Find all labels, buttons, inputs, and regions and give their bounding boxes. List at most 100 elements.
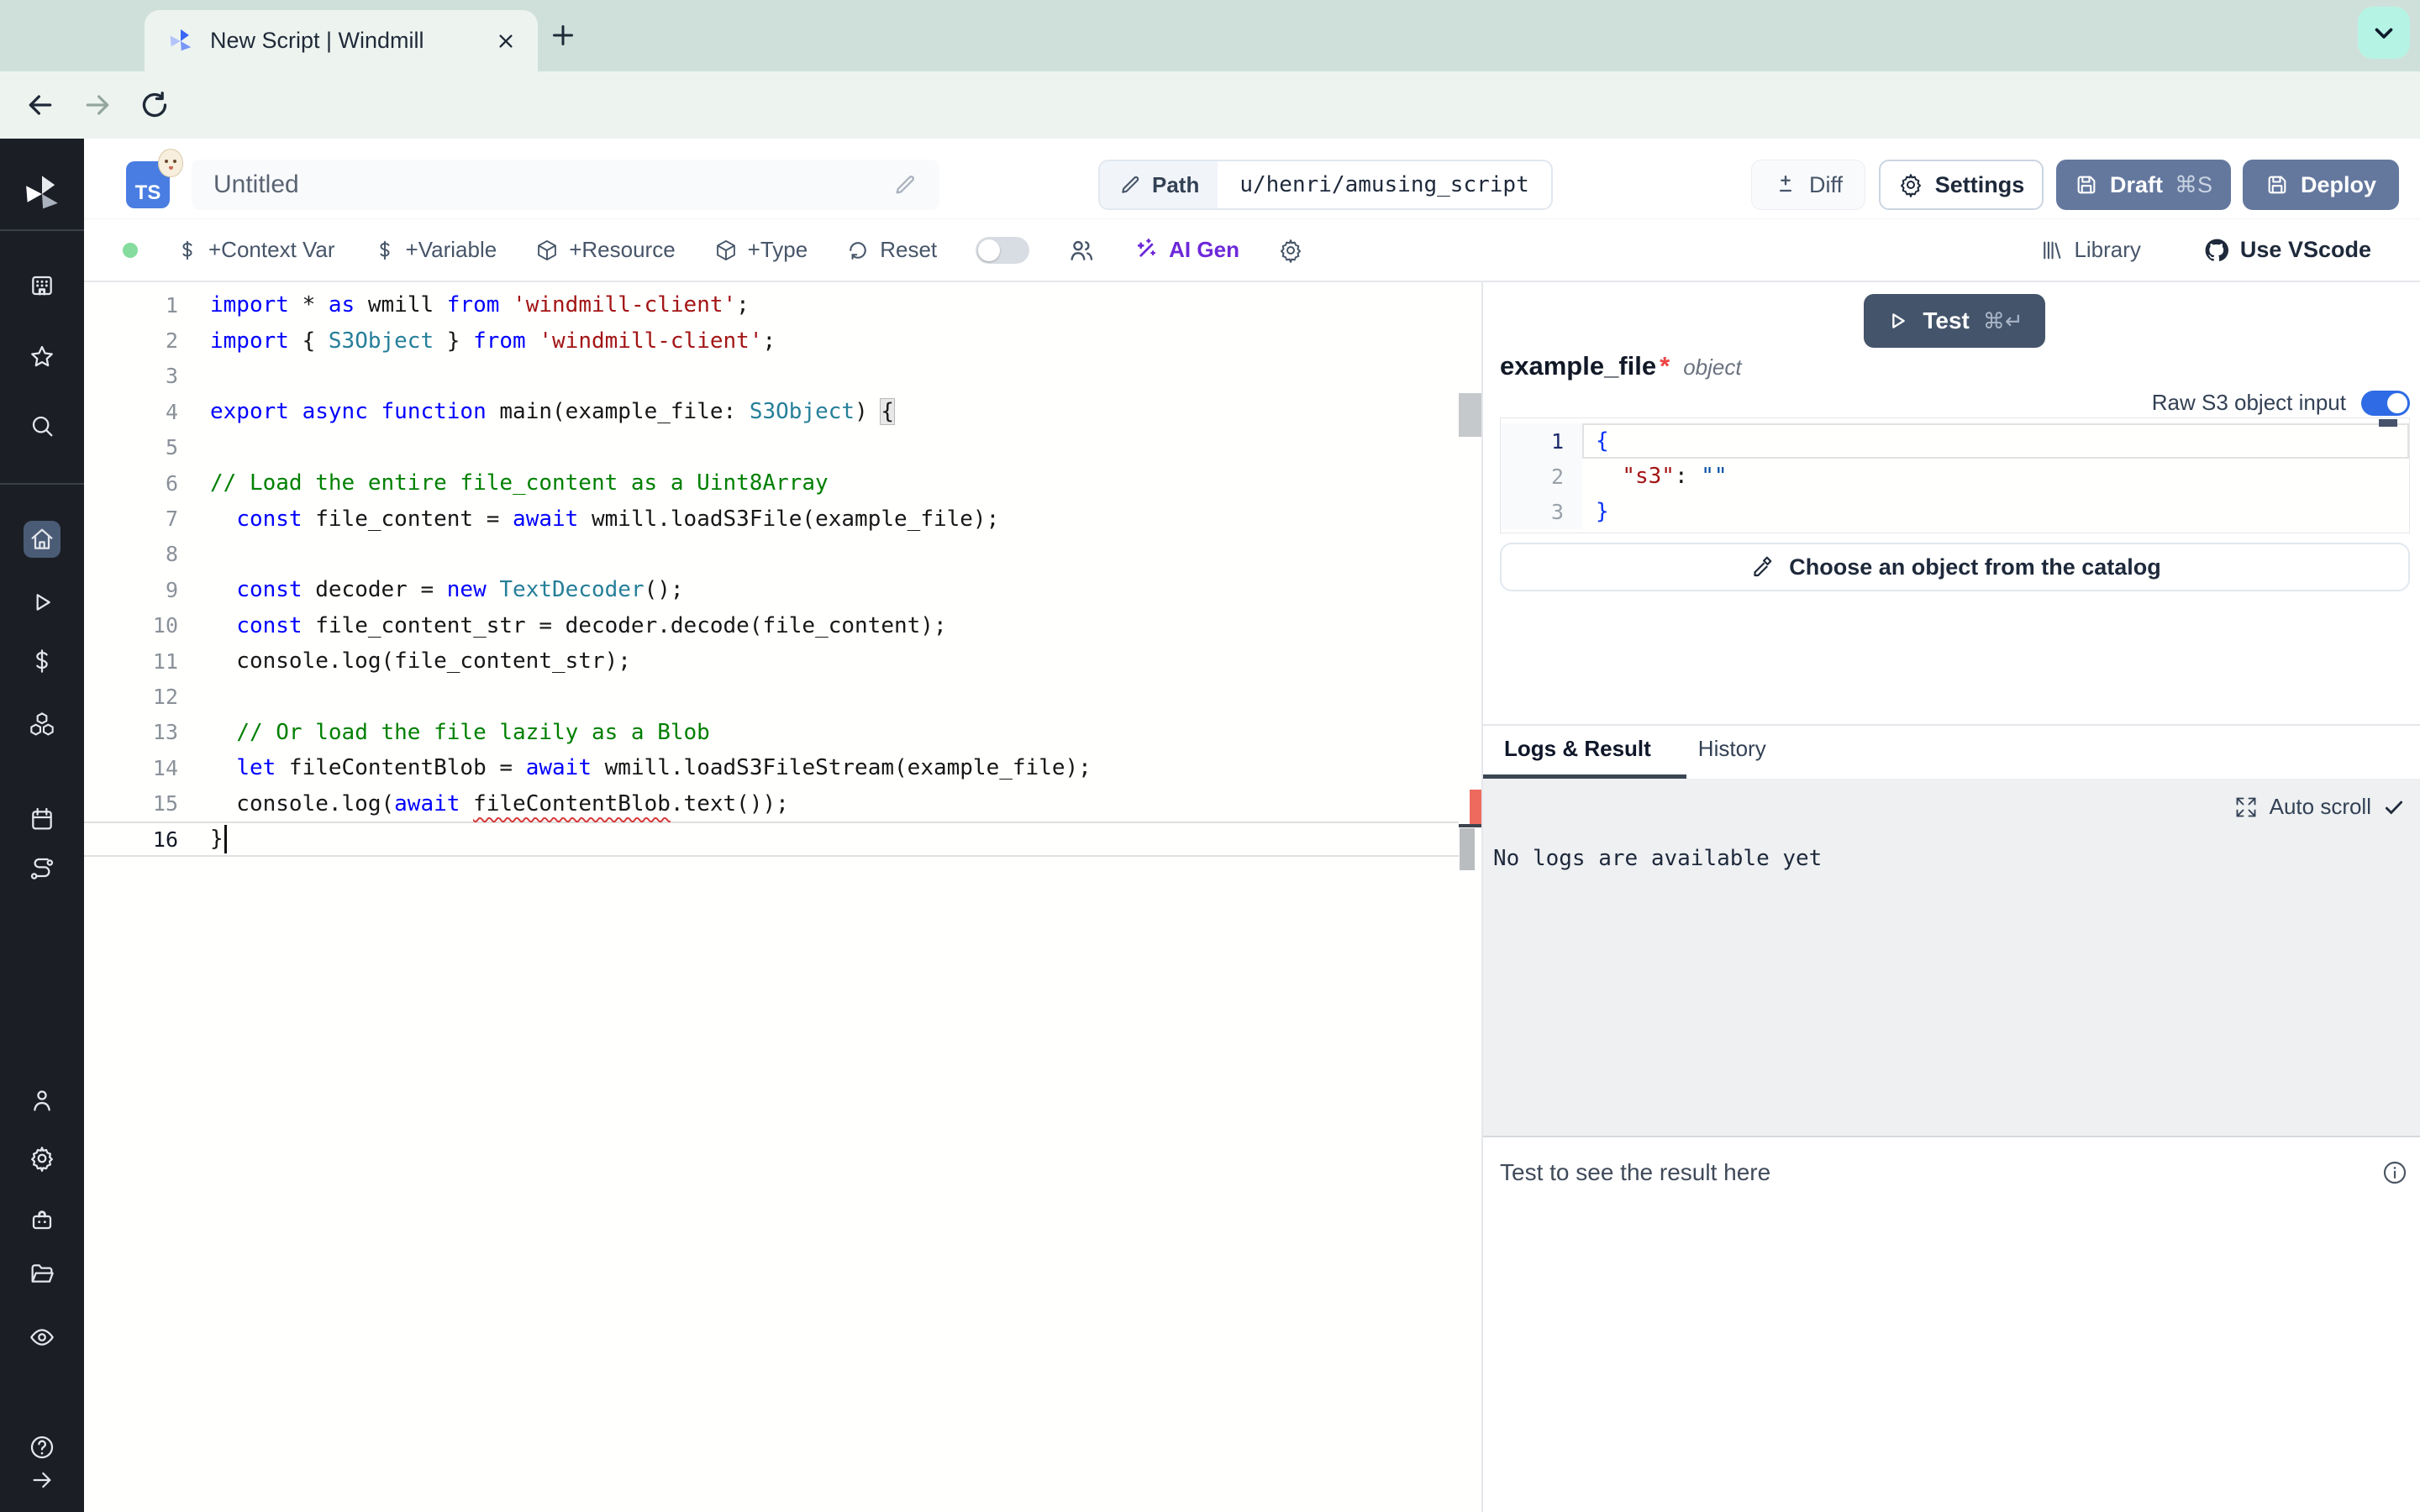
- diff-button[interactable]: Diff: [1751, 160, 1865, 210]
- code-line[interactable]: 8: [84, 537, 1459, 572]
- summary-value: Untitled: [213, 171, 892, 199]
- json-scrollbar-thumb[interactable]: [2379, 419, 2397, 427]
- test-button[interactable]: Test ⌘↵: [1864, 294, 2045, 348]
- code-line[interactable]: 16}: [84, 822, 1459, 857]
- scrollbar-thumb[interactable]: [1460, 828, 1475, 870]
- sidebar-item-flows[interactable]: [24, 851, 60, 888]
- sidebar-item-search[interactable]: [24, 407, 60, 444]
- new-tab-icon[interactable]: [548, 20, 578, 50]
- sidebar-item-user[interactable]: [24, 1082, 60, 1119]
- add-resource-button[interactable]: +Resource: [535, 237, 675, 263]
- code-line[interactable]: 1import * as wmill from 'windmill-client…: [84, 287, 1459, 323]
- result-tabs: Logs & Result History: [1483, 736, 1766, 776]
- code-line[interactable]: 13 // Or load the file lazily as a Blob: [84, 715, 1459, 750]
- path-value: u/henri/amusing_script: [1218, 161, 1550, 208]
- json-line[interactable]: 3}: [1501, 494, 2409, 529]
- back-icon[interactable]: [24, 88, 57, 122]
- line-number: 1: [1501, 423, 1582, 459]
- reset-button[interactable]: Reset: [846, 237, 937, 263]
- sidebar-item-workers[interactable]: [24, 1201, 60, 1238]
- code-line[interactable]: 3: [84, 359, 1459, 394]
- sidebar-item-resources[interactable]: [24, 706, 60, 743]
- boxes-icon: [29, 711, 55, 738]
- sidebar-item-expand[interactable]: [24, 1462, 60, 1499]
- editor-toolbar: +Context Var +Variable +Resource +Type R…: [84, 218, 2420, 282]
- sidebar-item-favorites[interactable]: [24, 339, 60, 375]
- editor-settings-gear-icon[interactable]: [1278, 238, 1303, 263]
- tab-search-button[interactable]: [2358, 7, 2410, 59]
- argument-name: example_file: [1500, 351, 1656, 381]
- search-icon: [29, 412, 55, 439]
- browser-tab[interactable]: New Script | Windmill: [145, 10, 538, 71]
- use-vscode-button[interactable]: Use VScode: [2203, 237, 2371, 264]
- deploy-button[interactable]: Deploy: [2243, 160, 2399, 210]
- draft-button[interactable]: Draft ⌘S: [2056, 160, 2231, 210]
- code-editor[interactable]: 1import * as wmill from 'windmill-client…: [84, 282, 1481, 1512]
- summary-input[interactable]: Untitled: [192, 160, 939, 210]
- line-number: 2: [84, 328, 210, 353]
- path-editor[interactable]: Path u/henri/amusing_script: [1098, 160, 1553, 210]
- raw-s3-toggle[interactable]: [2361, 391, 2410, 416]
- refresh-icon: [846, 239, 870, 262]
- sidebar-item-audit-logs[interactable]: [24, 1319, 60, 1356]
- sidebar: [0, 139, 84, 1512]
- sidebar-item-home[interactable]: [24, 521, 60, 558]
- code-line[interactable]: 14 let fileContentBlob = await wmill.loa…: [84, 750, 1459, 785]
- save-icon: [2265, 173, 2289, 197]
- expand-icon[interactable]: [2234, 795, 2258, 819]
- add-type-button[interactable]: +Type: [714, 237, 808, 263]
- auto-scroll-control[interactable]: Auto scroll: [2234, 794, 2405, 820]
- code-line[interactable]: 12: [84, 679, 1459, 714]
- ai-gen-button[interactable]: AI Gen: [1134, 237, 1239, 263]
- code-line[interactable]: 10 const file_content_str = decoder.deco…: [84, 608, 1459, 643]
- scrollbar-thumb[interactable]: [1459, 393, 1481, 437]
- sidebar-item-workspace[interactable]: [24, 267, 60, 304]
- json-line[interactable]: 1{: [1501, 423, 2409, 459]
- sidebar-divider: [0, 483, 84, 485]
- info-icon[interactable]: [2381, 1159, 2408, 1186]
- line-number: 1: [84, 293, 210, 318]
- json-arg-editor[interactable]: 1{2 "s3": ""3}: [1500, 417, 2410, 533]
- json-line[interactable]: 2 "s3": "": [1501, 459, 2409, 494]
- multiplayer-toggle[interactable]: [976, 237, 1029, 264]
- windmill-logo-icon[interactable]: [20, 172, 64, 216]
- line-number: 11: [84, 649, 210, 674]
- choose-object-button[interactable]: Choose an object from the catalog: [1500, 543, 2410, 591]
- tab-logs-result[interactable]: Logs & Result: [1504, 736, 1651, 776]
- play-icon: [1886, 309, 1909, 333]
- reload-icon[interactable]: [138, 88, 171, 122]
- check-icon: [2383, 796, 2405, 818]
- line-number: 3: [1501, 494, 1582, 529]
- preview-panel: Test ⌘↵ example_file* object Raw S3 obje…: [1483, 282, 2420, 1512]
- add-variable-button[interactable]: +Variable: [374, 237, 497, 263]
- code-line[interactable]: 15 console.log(await fileContentBlob.tex…: [84, 785, 1459, 821]
- sidebar-item-folders[interactable]: [24, 1256, 60, 1293]
- sidebar-item-schedules[interactable]: [24, 801, 60, 837]
- code-line[interactable]: 7 const file_content = await wmill.loadS…: [84, 501, 1459, 536]
- line-number: 13: [84, 720, 210, 744]
- code-line[interactable]: 4export async function main(example_file…: [84, 394, 1459, 429]
- folder-icon: [29, 1261, 55, 1288]
- sidebar-item-variables[interactable]: [24, 643, 60, 680]
- tab-history[interactable]: History: [1698, 736, 1766, 776]
- editor-scrollbar[interactable]: [1459, 282, 1481, 1512]
- code-line[interactable]: 2import { S3Object } from 'windmill-clie…: [84, 323, 1459, 358]
- tab-close-icon[interactable]: [494, 29, 518, 53]
- tab-title: New Script | Windmill: [210, 28, 479, 54]
- sidebar-item-settings[interactable]: [24, 1140, 60, 1177]
- forward-icon[interactable]: [81, 88, 114, 122]
- library-button[interactable]: Library: [2040, 237, 2140, 263]
- star-icon: [29, 344, 55, 370]
- code-line[interactable]: 9 const decoder = new TextDecoder();: [84, 572, 1459, 607]
- add-context-var-button[interactable]: +Context Var: [176, 237, 335, 263]
- sidebar-item-help[interactable]: [24, 1429, 60, 1466]
- code-line[interactable]: 6// Load the entire file_content as a Ui…: [84, 465, 1459, 501]
- magic-wand-icon: [1134, 238, 1159, 263]
- code-line[interactable]: 5: [84, 430, 1459, 465]
- sidebar-item-runs[interactable]: [24, 584, 60, 621]
- package-icon: [535, 239, 559, 262]
- editor-toolbar-left: +Context Var +Variable +Resource +Type R…: [84, 237, 1303, 264]
- settings-button[interactable]: Settings: [1879, 160, 2044, 210]
- code-line[interactable]: 11 console.log(file_content_str);: [84, 643, 1459, 679]
- line-number: 12: [84, 685, 210, 709]
